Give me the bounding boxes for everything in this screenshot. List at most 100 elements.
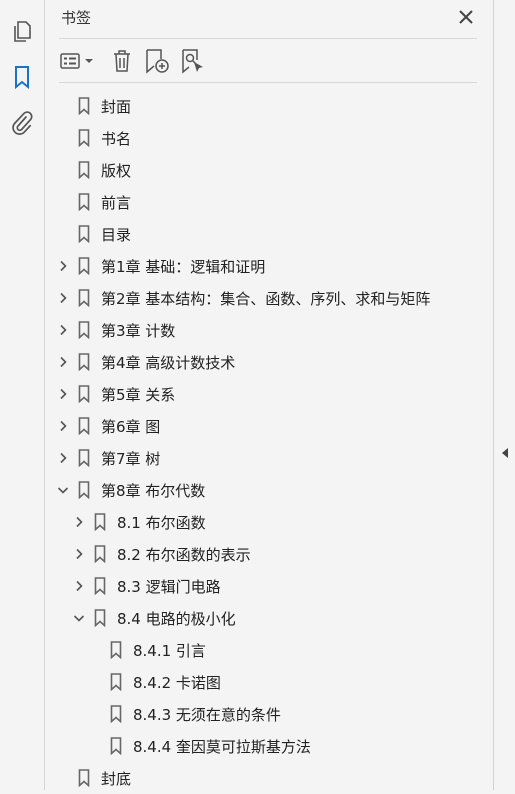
bookmarks-toolbar [59, 46, 479, 76]
bookmark-icon [78, 385, 90, 403]
chevron-right-icon[interactable] [57, 420, 69, 432]
bookmarks-panel-button[interactable] [8, 63, 36, 91]
bookmark-properties-button[interactable] [179, 46, 207, 76]
bookmarks-panel: 书签 封面 书名 版权 前言 目录 第1章 基础：逻辑和证明 第2章 基本结构：… [45, 0, 493, 790]
bookmark-item[interactable]: 前言 [45, 186, 493, 218]
attachments-panel-button[interactable] [8, 109, 36, 137]
bookmark-item[interactable]: 第6章 图 [45, 410, 493, 442]
bookmark-label: 版权 [101, 161, 132, 180]
bookmark-label: 8.3 逻辑门电路 [117, 577, 221, 596]
bookmark-label: 第8章 布尔代数 [101, 481, 206, 500]
bookmark-icon [78, 481, 90, 499]
chevron-right-icon[interactable] [73, 548, 85, 560]
bookmark-item[interactable]: 8.2 布尔函数的表示 [45, 538, 493, 570]
paperclip-icon [12, 111, 33, 135]
bookmark-item[interactable]: 8.1 布尔函数 [45, 506, 493, 538]
chevron-down-icon[interactable] [73, 612, 85, 624]
bookmark-label: 封面 [101, 97, 132, 116]
bookmark-item[interactable]: 书名 [45, 122, 493, 154]
chevron-down-icon[interactable] [57, 484, 69, 496]
bookmark-icon [94, 609, 106, 627]
bookmark-icon [78, 257, 90, 275]
bookmark-item[interactable]: 8.4 电路的极小化 [45, 602, 493, 634]
bookmark-label: 8.4.3 无须在意的条件 [133, 705, 281, 724]
bookmark-icon [78, 449, 90, 467]
bookmark-label: 第7章 树 [101, 449, 161, 468]
chevron-right-icon[interactable] [57, 452, 69, 464]
panel-splitter[interactable] [493, 0, 515, 790]
bookmark-icon [110, 641, 122, 659]
pages-panel-button[interactable] [8, 18, 36, 46]
bookmark-label: 第4章 高级计数技术 [101, 353, 236, 372]
add-bookmark-icon [146, 49, 169, 74]
chevron-right-icon[interactable] [73, 516, 85, 528]
divider [59, 38, 477, 39]
options-menu-button[interactable] [59, 46, 97, 76]
bookmark-item[interactable]: 8.4.2 卡诺图 [45, 666, 493, 698]
delete-bookmark-button[interactable] [109, 46, 135, 76]
bookmark-label: 8.4.4 奎因莫可拉斯基方法 [133, 737, 311, 756]
bookmark-icon [110, 673, 122, 691]
bookmark-item[interactable]: 第7章 树 [45, 442, 493, 474]
bookmark-icon [78, 161, 90, 179]
bookmark-icon [78, 353, 90, 371]
chevron-right-icon[interactable] [57, 388, 69, 400]
close-icon[interactable] [457, 8, 475, 26]
chevron-right-icon[interactable] [73, 580, 85, 592]
bookmark-label: 8.2 布尔函数的表示 [117, 545, 251, 564]
bookmark-item[interactable]: 8.3 逻辑门电路 [45, 570, 493, 602]
bookmark-label: 8.4.2 卡诺图 [133, 673, 221, 692]
new-bookmark-button[interactable] [143, 46, 171, 76]
bookmark-item[interactable]: 8.4.3 无须在意的条件 [45, 698, 493, 730]
bookmark-icon [94, 513, 106, 531]
bookmark-item[interactable]: 8.4.4 奎因莫可拉斯基方法 [45, 730, 493, 762]
bookmark-item[interactable]: 封面 [45, 90, 493, 122]
bookmark-label: 第3章 计数 [101, 321, 176, 340]
bookmark-icon [78, 417, 90, 435]
bookmark-icon [94, 545, 106, 563]
bookmark-icon [78, 97, 90, 115]
bookmark-item[interactable]: 封底 [45, 762, 493, 794]
bookmark-label: 8.4.1 引言 [133, 641, 206, 660]
navigation-rail [0, 0, 45, 790]
bookmark-item[interactable]: 第8章 布尔代数 [45, 474, 493, 506]
bookmark-label: 目录 [101, 225, 132, 244]
bookmark-icon [78, 225, 90, 243]
bookmark-icon [78, 289, 90, 307]
chevron-right-icon[interactable] [57, 356, 69, 368]
bookmark-icon [110, 705, 122, 723]
bookmark-item[interactable]: 版权 [45, 154, 493, 186]
bookmark-icon [15, 66, 29, 89]
chevron-right-icon[interactable] [57, 260, 69, 272]
bookmark-item[interactable]: 第4章 高级计数技术 [45, 346, 493, 378]
bookmark-item[interactable]: 第3章 计数 [45, 314, 493, 346]
bookmark-icon [78, 321, 90, 339]
bookmark-item[interactable]: 第2章 基本结构：集合、函数、序列、求和与矩阵 [45, 282, 493, 314]
bookmark-search-icon [182, 49, 203, 74]
list-options-icon [60, 53, 93, 69]
bookmark-item[interactable]: 第5章 关系 [45, 378, 493, 410]
bookmark-icon [78, 193, 90, 211]
panel-title: 书签 [61, 9, 92, 27]
pages-icon [14, 21, 31, 42]
trash-icon [114, 50, 130, 72]
bookmark-icon [78, 769, 90, 787]
bookmark-label: 前言 [101, 193, 132, 212]
bookmark-label: 封底 [101, 769, 132, 788]
bookmark-item[interactable]: 目录 [45, 218, 493, 250]
chevron-right-icon[interactable] [57, 324, 69, 336]
bookmark-icon [110, 737, 122, 755]
bookmark-label: 书名 [101, 129, 132, 148]
chevron-right-icon[interactable] [57, 292, 69, 304]
bookmark-label: 第2章 基本结构：集合、函数、序列、求和与矩阵 [101, 289, 431, 308]
bookmark-label: 8.4 电路的极小化 [117, 609, 236, 628]
bookmark-icon [94, 577, 106, 595]
bookmark-label: 8.1 布尔函数 [117, 513, 206, 532]
bookmark-label: 第5章 关系 [101, 385, 176, 404]
divider [59, 82, 477, 83]
bookmark-label: 第1章 基础：逻辑和证明 [101, 257, 266, 276]
collapse-arrow-icon[interactable] [501, 447, 509, 459]
bookmark-item[interactable]: 第1章 基础：逻辑和证明 [45, 250, 493, 282]
bookmark-icon [78, 129, 90, 147]
bookmark-item[interactable]: 8.4.1 引言 [45, 634, 493, 666]
